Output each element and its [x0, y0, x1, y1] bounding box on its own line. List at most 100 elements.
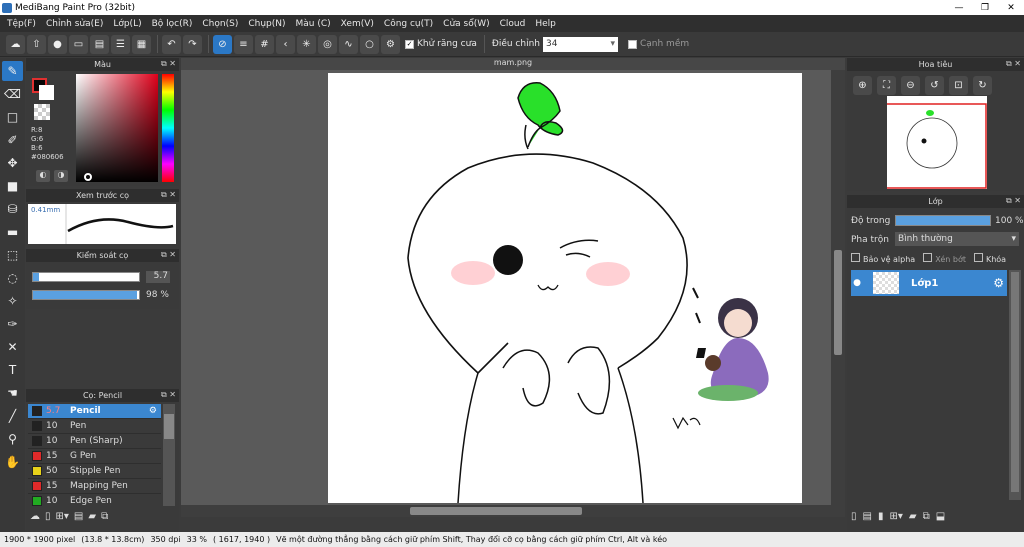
brush-folder-icon[interactable]: ▰ [88, 511, 96, 522]
menu-file[interactable]: Tệp(F) [2, 19, 41, 29]
brush-new-icon[interactable]: ▯ [45, 511, 51, 522]
canvas-tab[interactable]: mam.png [181, 58, 845, 70]
zoom-out-icon[interactable]: ⊖ [901, 76, 920, 95]
menu-filter[interactable]: Bộ lọc(R) [147, 19, 198, 29]
operation-tool-icon[interactable]: ☚ [2, 383, 23, 403]
canvas-horizontal-scrollbar[interactable] [181, 505, 831, 517]
layer-duplicate-icon[interactable]: ⧉ [923, 511, 930, 522]
menu-select[interactable]: Chọn(S) [197, 19, 243, 29]
visibility-eye-icon[interactable]: ● [851, 278, 863, 288]
brush-item[interactable]: 10 Pen [28, 419, 161, 434]
dot-tool-icon[interactable]: ✐ [2, 130, 23, 150]
cloud-icon[interactable]: ☁ [6, 34, 25, 54]
hue-slider[interactable] [162, 74, 174, 182]
menu-edit[interactable]: Chỉnh sửa(E) [41, 19, 108, 29]
rectangle-tool-icon[interactable]: □ [2, 107, 23, 127]
layer-new-icon[interactable]: ▯ [851, 511, 857, 522]
panel-pin-icon[interactable]: ⧉ ✕ [161, 250, 176, 260]
soft-edge-checkbox[interactable] [627, 39, 637, 49]
upload-icon[interactable]: ⇧ [27, 34, 46, 54]
radial-snap-icon[interactable]: ✳ [297, 34, 316, 54]
color-saturation-square[interactable] [76, 74, 158, 182]
brush-size-slider[interactable] [32, 272, 140, 282]
maximize-button[interactable]: ❐ [972, 0, 998, 15]
select-eraser-icon[interactable]: ✕ [2, 337, 23, 357]
background-color[interactable] [39, 85, 54, 100]
menu-help[interactable]: Help [530, 19, 561, 29]
hand-tool-icon[interactable]: ✋ [2, 452, 23, 472]
fill-rect-tool-icon[interactable]: ■ [2, 176, 23, 196]
move-tool-icon[interactable]: ✥ [2, 153, 23, 173]
antialias-checkbox[interactable]: ✓ [405, 39, 414, 49]
panel-pin-icon[interactable]: ⧉ ✕ [1006, 59, 1021, 69]
circle-snap-icon[interactable]: ○ [360, 34, 379, 54]
palette2-button-icon[interactable]: ◑ [54, 170, 68, 182]
menu-capture[interactable]: Chụp(N) [243, 19, 290, 29]
protect-alpha-checkbox[interactable] [851, 253, 860, 262]
divide-tool-icon[interactable]: ╱ [2, 406, 23, 426]
brush-edit-icon[interactable]: ▤ [74, 511, 83, 522]
menu-tools[interactable]: Công cụ(T) [379, 19, 438, 29]
close-button[interactable]: ✕ [998, 0, 1024, 15]
layer-merge-icon[interactable]: ⬓ [936, 511, 945, 522]
palette-button-icon[interactable]: ◐ [36, 170, 50, 182]
layer-scrollbar[interactable] [1009, 270, 1021, 500]
rotate-left-icon[interactable]: ↺ [925, 76, 944, 95]
eyedropper-icon[interactable]: ⚲ [2, 429, 23, 449]
panel-pin-icon[interactable]: ⧉ ✕ [1006, 196, 1021, 206]
grid-snap-icon[interactable]: # [255, 34, 274, 54]
brush-list-scrollbar[interactable] [163, 404, 175, 506]
brush-settings-icon[interactable]: ⚙ [149, 406, 157, 416]
brush-tool-icon[interactable]: ✎ [2, 61, 23, 81]
panel-pin-icon[interactable]: ⧉ ✕ [161, 59, 176, 69]
lasso-tool-icon[interactable]: ◌ [2, 268, 23, 288]
brush-item[interactable]: 15 Mapping Pen [28, 479, 161, 494]
brush-copy-icon[interactable]: ⧉ [101, 511, 108, 522]
brush-size-value[interactable]: 5.7 [146, 271, 170, 283]
clipping-checkbox[interactable] [923, 253, 933, 262]
grid-icon[interactable]: ▦ [132, 34, 151, 54]
navigator-preview[interactable] [859, 96, 987, 189]
brush-item[interactable]: 5.7 Pencil ⚙ [28, 404, 161, 419]
fit-icon[interactable]: ⛶ [877, 76, 896, 95]
text-tool-icon[interactable]: T [2, 360, 23, 380]
brush-add-cloud-icon[interactable]: ☁ [30, 511, 40, 522]
select-pen-icon[interactable]: ✑ [2, 314, 23, 334]
brush-item[interactable]: 10 Pen (Sharp) [28, 434, 161, 449]
canvas-area[interactable]: mam.png [181, 58, 845, 517]
blend-select[interactable]: Bình thường ▾ [895, 232, 1019, 246]
transparent-color[interactable] [34, 104, 50, 120]
select-tool-icon[interactable]: ⬚ [2, 245, 23, 265]
parallel-snap-icon[interactable]: ≡ [234, 34, 253, 54]
layer-opacity-slider[interactable] [895, 215, 991, 226]
eraser-tool-icon[interactable]: ⌫ [2, 84, 23, 104]
menu-window[interactable]: Cửa sổ(W) [438, 19, 494, 29]
undo-icon[interactable]: ↶ [162, 34, 181, 54]
layer-new-8bit-icon[interactable]: ▤ [863, 511, 872, 522]
menu-color[interactable]: Màu (C) [291, 19, 336, 29]
canvas-paper[interactable] [328, 73, 802, 504]
canvas-vertical-scrollbar[interactable] [831, 70, 845, 517]
document-icon[interactable]: ▭ [69, 34, 88, 54]
brush-item[interactable]: 50 Stipple Pen [28, 464, 161, 479]
rotate-right-icon[interactable]: ↻ [973, 76, 992, 95]
menu-view[interactable]: Xem(V) [336, 19, 379, 29]
brush-opacity-slider[interactable] [32, 290, 140, 300]
brush-item[interactable]: 15 G Pen [28, 449, 161, 464]
bucket-tool-icon[interactable]: ⛁ [2, 199, 23, 219]
layer-row[interactable]: ● Lớp1 ⚙ [851, 270, 1007, 296]
panel-pin-icon[interactable]: ⧉ ✕ [161, 390, 176, 400]
list-icon[interactable]: ☰ [111, 34, 130, 54]
redo-icon[interactable]: ↷ [183, 34, 202, 54]
panel-pin-icon[interactable]: ⧉ ✕ [161, 190, 176, 200]
brush-add-icon[interactable]: ⊞▾ [56, 511, 69, 522]
layer-new-1bit-icon[interactable]: ▮ [878, 511, 884, 522]
magic-wand-icon[interactable]: ✧ [2, 291, 23, 311]
comment-icon[interactable]: ● [48, 34, 67, 54]
correction-select[interactable]: 34 [542, 36, 618, 52]
minimize-button[interactable]: — [946, 0, 972, 15]
settings-icon[interactable]: ⚙ [381, 34, 400, 54]
gradient-tool-icon[interactable]: ▬ [2, 222, 23, 242]
page-icon[interactable]: ▤ [90, 34, 109, 54]
brush-item[interactable]: 10 Edge Pen [28, 494, 161, 506]
